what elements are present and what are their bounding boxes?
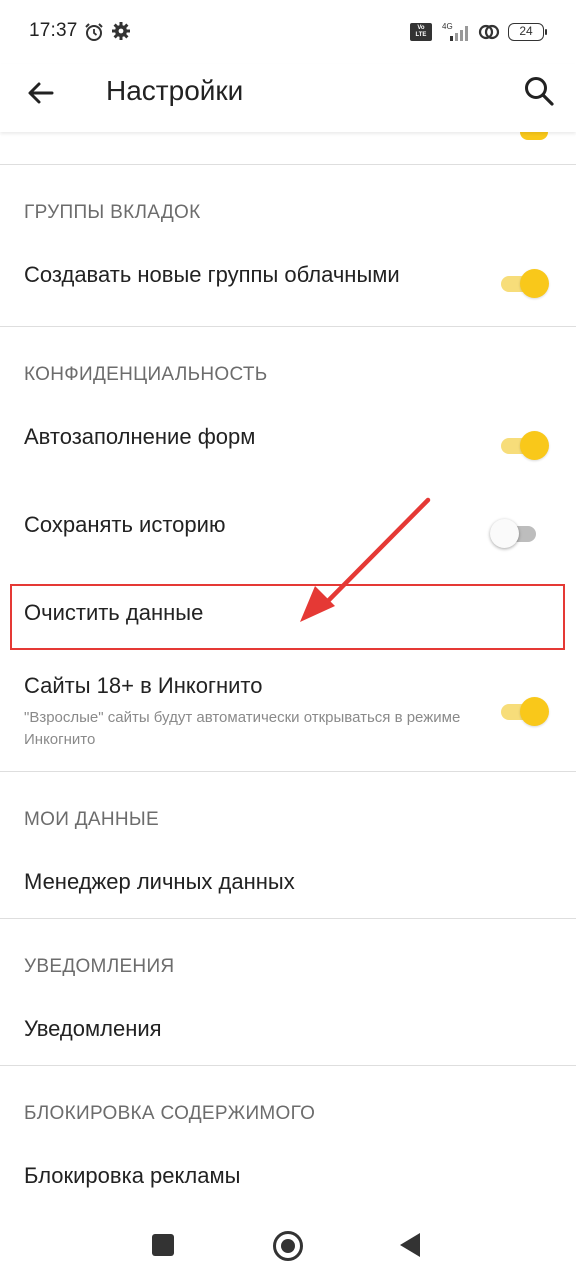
setting-adult-sites-description: "Взрослые" сайты будут автоматически отк… [24,709,461,748]
system-nav-bar [0,1212,576,1280]
gear-icon [112,22,130,40]
setting-adult-sites-incognito[interactable]: Сайты 18+ в Инкогнито [24,673,263,699]
section-header-my-data: МОИ ДАННЫЕ [24,809,160,830]
setting-autofill[interactable]: Автозаполнение форм [24,424,255,450]
signal-icon: 4G [442,22,468,41]
battery-icon: 24 [508,23,547,41]
divider [0,771,576,772]
section-header-tab-groups: ГРУППЫ ВКЛАДОК [24,202,201,223]
hotspot-icon [478,24,500,40]
network-type: 4G [442,22,453,31]
toggle-save-history[interactable] [490,517,542,549]
page-title: Настройки [106,75,244,106]
toggle-autofill[interactable] [501,429,549,461]
volte-icon: Vo LTE [410,23,432,41]
section-header-notifications: УВЕДОМЛЕНИЯ [24,956,175,977]
home-button[interactable] [273,1231,303,1261]
status-bar: 17:37 Vo LTE 4G 24 [0,0,576,64]
divider [0,918,576,919]
divider [0,326,576,327]
setting-save-history[interactable]: Сохранять историю [24,512,225,538]
back-button[interactable] [400,1233,420,1257]
toggle-adult-sites-incognito[interactable] [501,695,549,727]
annotation-highlight-box [10,584,565,650]
divider [0,1065,576,1066]
search-icon[interactable] [522,74,556,108]
toggle-partial[interactable] [520,132,548,140]
recent-apps-button[interactable] [152,1234,174,1256]
status-right-icons: Vo LTE 4G 24 [410,20,547,44]
setting-cloud-tab-groups[interactable]: Создавать новые группы облачными [24,262,400,288]
alarm-icon [85,23,103,41]
setting-personal-data-manager[interactable]: Менеджер личных данных [24,869,295,895]
divider [0,164,576,165]
arrow-left-icon[interactable] [24,76,58,110]
toggle-cloud-tab-groups[interactable] [501,267,549,299]
status-time: 17:37 [29,20,78,41]
app-bar: Настройки [0,64,576,132]
setting-notifications[interactable]: Уведомления [24,1016,162,1042]
setting-ad-blocking[interactable]: Блокировка рекламы [24,1163,240,1189]
section-header-privacy: КОНФИДЕНЦИАЛЬНОСТЬ [24,364,268,385]
section-header-content-blocking: БЛОКИРОВКА СОДЕРЖИМОГО [24,1103,316,1124]
